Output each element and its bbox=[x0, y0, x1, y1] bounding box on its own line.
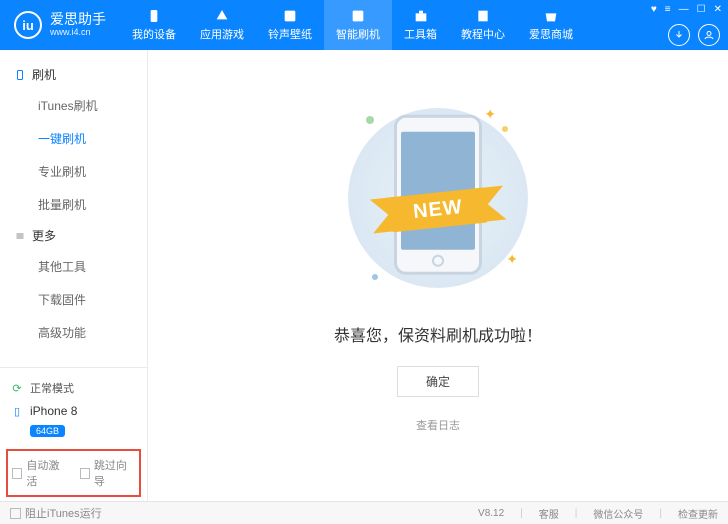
checkbox-label: 跳过向导 bbox=[94, 457, 135, 489]
download-button[interactable] bbox=[668, 24, 690, 46]
sidebar-group-more[interactable]: 更多 bbox=[0, 221, 147, 250]
confirm-button[interactable]: 确定 bbox=[397, 366, 479, 397]
tab-label: 我的设备 bbox=[132, 26, 176, 42]
checkbox-icon bbox=[80, 468, 90, 479]
tab-apps[interactable]: 应用游戏 bbox=[188, 0, 256, 50]
success-message: 恭喜您，保资料刷机成功啦！ bbox=[334, 322, 542, 346]
book-icon bbox=[475, 8, 491, 24]
checkbox-auto-activate[interactable]: 自动激活 bbox=[12, 457, 68, 489]
checkbox-icon bbox=[10, 508, 21, 519]
version-label: V8.12 bbox=[478, 508, 504, 519]
device-name: iPhone 8 bbox=[30, 404, 77, 418]
sidebar-item-itunes-flash[interactable]: iTunes刷机 bbox=[0, 89, 147, 122]
tab-label: 应用游戏 bbox=[200, 26, 244, 42]
minimize-icon[interactable]: — bbox=[679, 4, 689, 15]
menu-icon[interactable]: ≡ bbox=[665, 4, 671, 15]
sidebar-item-other-tools[interactable]: 其他工具 bbox=[0, 250, 147, 283]
checkbox-block-itunes[interactable]: 阻止iTunes运行 bbox=[10, 505, 102, 521]
sidebar-item-advanced[interactable]: 高级功能 bbox=[0, 316, 147, 349]
sidebar-group-flash[interactable]: 刷机 bbox=[0, 60, 147, 89]
device-icon bbox=[14, 69, 26, 81]
brand-logo: iu 爱思助手 www.i4.cn bbox=[0, 11, 120, 39]
sidebar-item-batch-flash[interactable]: 批量刷机 bbox=[0, 188, 147, 221]
maximize-icon[interactable]: ☐ bbox=[697, 4, 706, 15]
tab-label: 教程中心 bbox=[461, 26, 505, 42]
main-content: ✦✦ NEW 恭喜您，保资料刷机成功啦！ 确定 查看日志 bbox=[148, 50, 728, 501]
body: 刷机 iTunes刷机 一键刷机 专业刷机 批量刷机 更多 其他工具 下载固件 … bbox=[0, 50, 728, 501]
service-link[interactable]: 客服 bbox=[539, 506, 559, 521]
update-link[interactable]: 检查更新 bbox=[678, 506, 718, 521]
group-title: 刷机 bbox=[32, 66, 56, 83]
success-illustration: ✦✦ NEW bbox=[328, 98, 548, 298]
store-icon bbox=[543, 8, 559, 24]
wechat-link[interactable]: 微信公众号 bbox=[593, 506, 643, 521]
window-controls: ♥ ≡ — ☐ ✕ bbox=[651, 4, 722, 15]
tab-tutorials[interactable]: 教程中心 bbox=[449, 0, 517, 50]
sidebar-item-download-firmware[interactable]: 下载固件 bbox=[0, 283, 147, 316]
phone-icon bbox=[146, 8, 162, 24]
view-log-link[interactable]: 查看日志 bbox=[416, 417, 460, 433]
list-icon bbox=[14, 230, 26, 242]
checkbox-label: 自动激活 bbox=[26, 457, 67, 489]
tab-flash[interactable]: 智能刷机 bbox=[324, 0, 392, 50]
storage-badge: 64GB bbox=[30, 425, 65, 437]
checkbox-skip-guide[interactable]: 跳过向导 bbox=[80, 457, 136, 489]
toolbox-icon bbox=[413, 8, 429, 24]
header-actions bbox=[668, 24, 720, 46]
tab-label: 爱思商城 bbox=[529, 26, 573, 42]
checkbox-icon bbox=[12, 468, 22, 479]
refresh-icon bbox=[350, 8, 366, 24]
checkbox-label: 阻止iTunes运行 bbox=[25, 505, 102, 521]
brand-title: 爱思助手 bbox=[50, 12, 106, 27]
tab-label: 铃声壁纸 bbox=[268, 26, 312, 42]
group-title: 更多 bbox=[32, 227, 56, 244]
image-icon bbox=[282, 8, 298, 24]
sidebar-item-oneclick-flash[interactable]: 一键刷机 bbox=[0, 122, 147, 155]
tab-label: 智能刷机 bbox=[336, 26, 380, 42]
tab-label: 工具箱 bbox=[404, 26, 437, 42]
tab-ringtones[interactable]: 铃声壁纸 bbox=[256, 0, 324, 50]
settings-icon[interactable]: ♥ bbox=[651, 4, 657, 15]
mode-label: 正常模式 bbox=[30, 380, 74, 396]
header: iu 爱思助手 www.i4.cn 我的设备 应用游戏 铃声壁纸 智能刷机 工具… bbox=[0, 0, 728, 50]
tab-store[interactable]: 爱思商城 bbox=[517, 0, 585, 50]
brand-url: www.i4.cn bbox=[50, 28, 106, 38]
profile-button[interactable] bbox=[698, 24, 720, 46]
logo-icon: iu bbox=[14, 11, 42, 39]
apps-icon bbox=[214, 8, 230, 24]
mode-status: ⟳ 正常模式 bbox=[10, 376, 137, 400]
sidebar-item-pro-flash[interactable]: 专业刷机 bbox=[0, 155, 147, 188]
options-highlight: 自动激活 跳过向导 bbox=[6, 449, 141, 497]
device-info[interactable]: ▯ iPhone 8 bbox=[10, 400, 137, 422]
tab-my-device[interactable]: 我的设备 bbox=[120, 0, 188, 50]
top-tabs: 我的设备 应用游戏 铃声壁纸 智能刷机 工具箱 教程中心 爱思商城 bbox=[120, 0, 585, 50]
refresh-icon: ⟳ bbox=[10, 381, 24, 395]
status-bar: 阻止iTunes运行 V8.12 | 客服 | 微信公众号 | 检查更新 bbox=[0, 501, 728, 524]
sidebar: 刷机 iTunes刷机 一键刷机 专业刷机 批量刷机 更多 其他工具 下载固件 … bbox=[0, 50, 148, 501]
phone-icon: ▯ bbox=[10, 404, 24, 418]
tab-toolbox[interactable]: 工具箱 bbox=[392, 0, 449, 50]
close-icon[interactable]: ✕ bbox=[714, 4, 722, 15]
